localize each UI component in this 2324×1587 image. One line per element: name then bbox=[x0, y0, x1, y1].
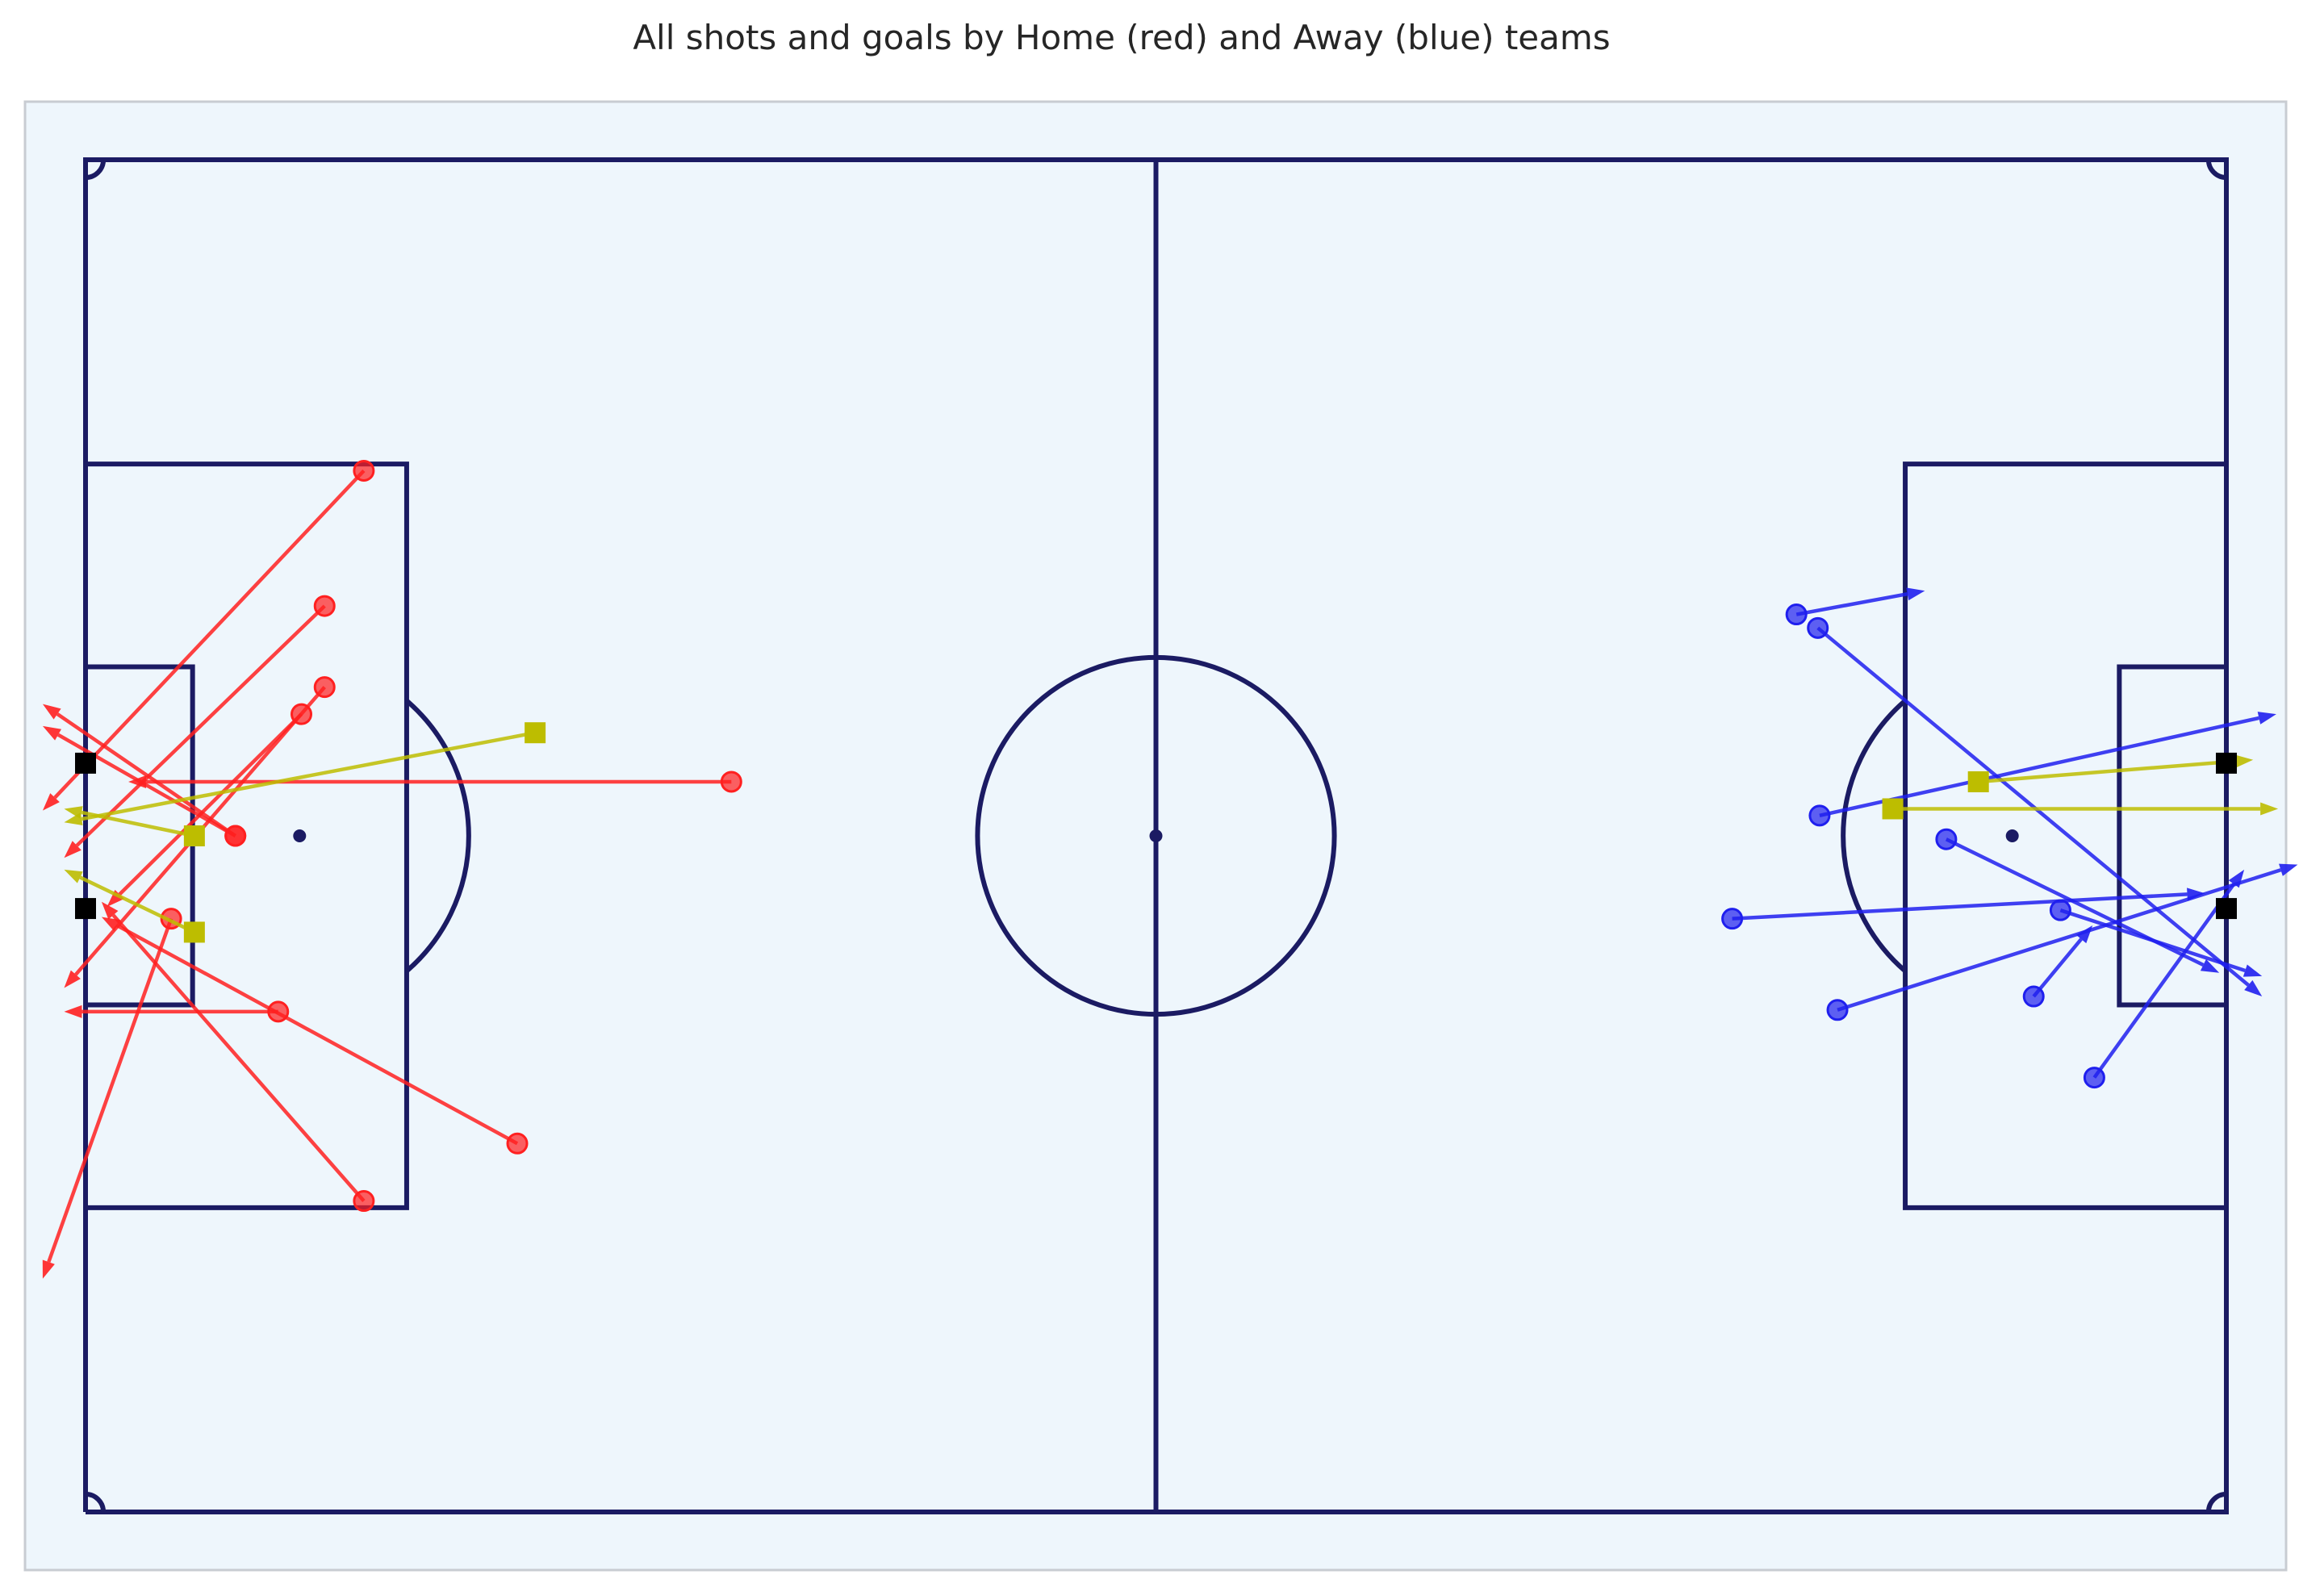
shot-marker bbox=[1935, 828, 1958, 850]
goal-marker bbox=[525, 722, 546, 744]
shot-marker bbox=[720, 771, 742, 793]
goal-marker bbox=[1882, 798, 1904, 820]
goal-post-marker bbox=[75, 752, 96, 774]
shot-marker bbox=[290, 703, 313, 725]
shot-marker bbox=[313, 595, 336, 617]
left-penalty-spot bbox=[293, 829, 307, 842]
shot-marker bbox=[353, 1190, 375, 1213]
shot-marker bbox=[1826, 999, 1849, 1021]
football-pitch-chart bbox=[23, 100, 2298, 1572]
shot-marker bbox=[1721, 908, 1744, 930]
shot-marker bbox=[506, 1132, 529, 1155]
goal-marker bbox=[183, 921, 205, 943]
right-penalty-spot bbox=[2005, 829, 2019, 842]
shot-marker bbox=[2022, 985, 2045, 1008]
shot-marker bbox=[353, 459, 375, 482]
shot-marker bbox=[2049, 899, 2071, 921]
shot-marker bbox=[1785, 603, 1808, 626]
centre-spot bbox=[1149, 829, 1163, 842]
shot-marker bbox=[224, 825, 247, 847]
shot-marker bbox=[2083, 1067, 2105, 1089]
goal-marker bbox=[1967, 771, 1989, 792]
shot-marker bbox=[1807, 616, 1829, 639]
goal-post-marker bbox=[2216, 898, 2237, 920]
shot-marker bbox=[313, 676, 336, 699]
shot-marker bbox=[1808, 804, 1831, 827]
goal-post-marker bbox=[2216, 752, 2237, 774]
goal-post-marker bbox=[75, 898, 96, 920]
goal-marker bbox=[183, 825, 205, 846]
